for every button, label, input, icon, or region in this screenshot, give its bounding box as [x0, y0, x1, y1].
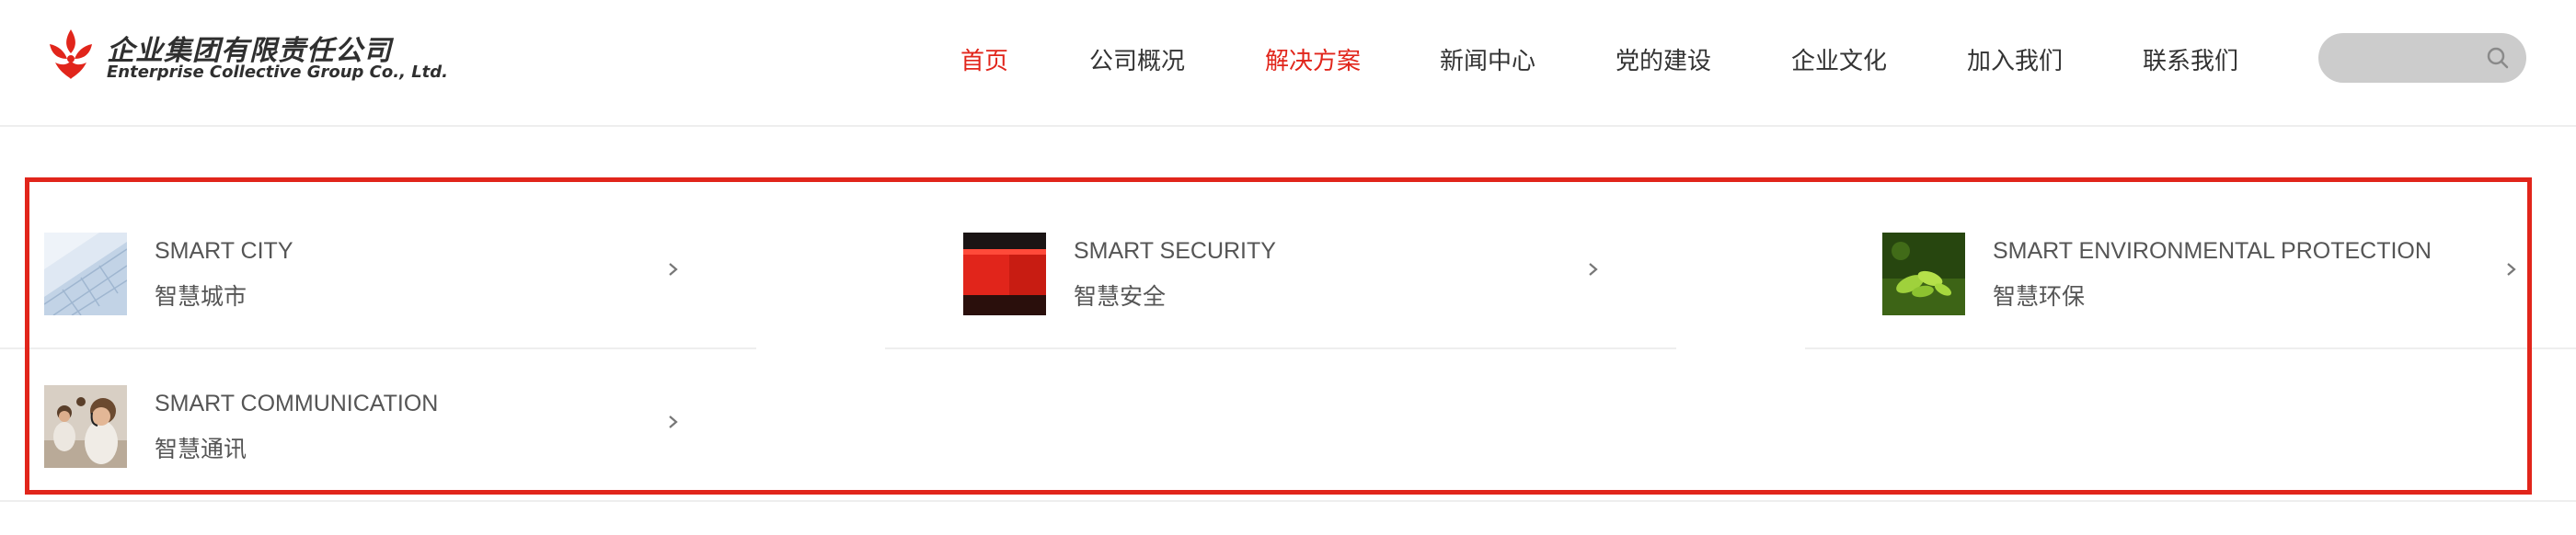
- search-icon[interactable]: [2486, 46, 2510, 70]
- nav-item-solutions[interactable]: 解决方案: [1265, 42, 1361, 76]
- nav-item-join-us[interactable]: 加入我们: [1967, 42, 2063, 76]
- nav-item-home[interactable]: 首页: [960, 42, 1008, 76]
- solution-title-cn: 智慧安全: [1074, 284, 1167, 310]
- nav-item-news-center[interactable]: 新闻中心: [1440, 42, 1535, 76]
- glass-building-image: [44, 233, 127, 315]
- company-name-en: Enterprise Collective Group Co., Ltd.: [107, 63, 448, 82]
- solution-card-smart-communication[interactable]: SMART COMMUNICATION 智慧通讯: [44, 385, 688, 495]
- green-leaves-image: [1882, 233, 1965, 315]
- chevron-right-icon: [2507, 263, 2516, 276]
- nav-item-contact-us[interactable]: 联系我们: [2143, 42, 2238, 76]
- site-header: 企业集团有限责任公司 Enterprise Collective Group C…: [0, 0, 2576, 127]
- solution-title-en: SMART CITY: [155, 238, 293, 264]
- nav-item-corporate-culture[interactable]: 企业文化: [1791, 42, 1887, 76]
- call-center-image: [44, 385, 127, 468]
- solution-title-cn: 智慧城市: [155, 284, 247, 310]
- nav-item-company-overview[interactable]: 公司概况: [1089, 42, 1185, 76]
- solution-card-smart-environmental-protection[interactable]: SMART ENVIRONMENTAL PROTECTION 智慧环保: [1882, 233, 2526, 343]
- solution-title-cn: 智慧环保: [1993, 284, 2086, 310]
- solution-card-smart-city[interactable]: SMART CITY 智慧城市: [44, 233, 688, 343]
- search-box: [2318, 33, 2526, 85]
- nav-item-party-building[interactable]: 党的建设: [1616, 42, 1711, 76]
- solution-title-cn: 智慧通讯: [155, 437, 247, 462]
- red-box-image: [963, 233, 1046, 315]
- logo-flame-icon: [50, 29, 92, 79]
- company-logo[interactable]: 企业集团有限责任公司 Enterprise Collective Group C…: [42, 26, 448, 90]
- section-divider: [0, 500, 2576, 502]
- solution-card-smart-security[interactable]: SMART SECURITY 智慧安全: [963, 233, 1607, 343]
- solution-title-en: SMART COMMUNICATION: [155, 391, 439, 416]
- solution-title-en: SMART ENVIRONMENTAL PROTECTION: [1993, 238, 2432, 264]
- search-input[interactable]: [2337, 33, 2478, 85]
- chevron-right-icon: [669, 415, 678, 428]
- chevron-right-icon: [1589, 263, 1598, 276]
- chevron-right-icon: [669, 263, 678, 276]
- solution-title-en: SMART SECURITY: [1074, 238, 1276, 264]
